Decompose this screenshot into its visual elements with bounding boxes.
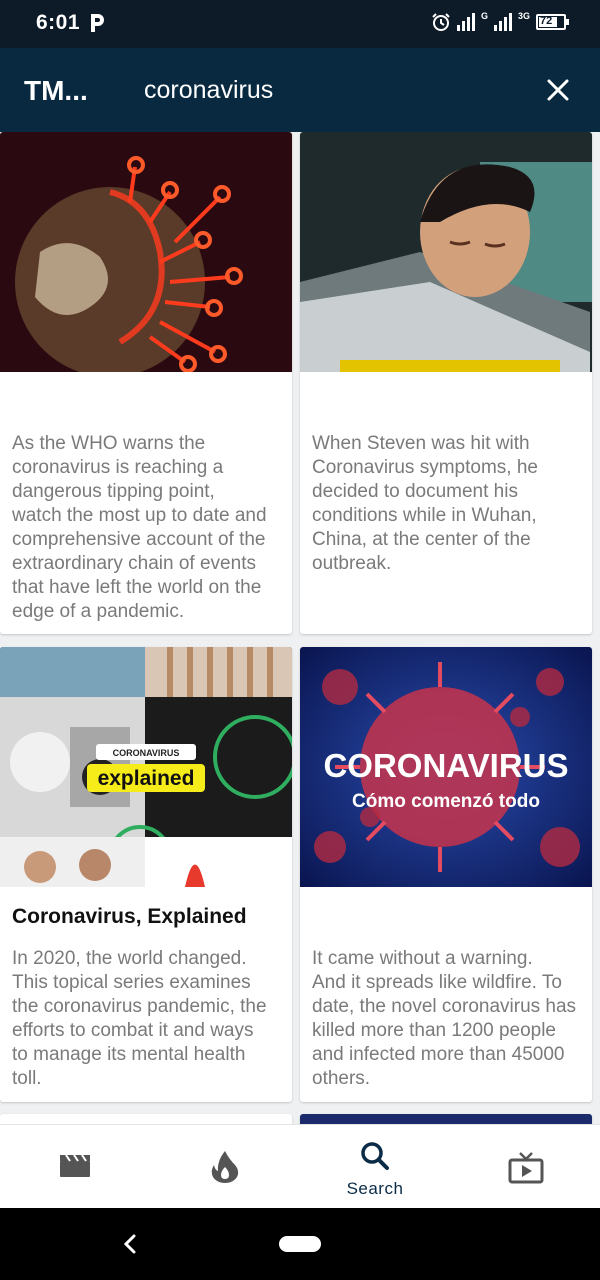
signal-icon: [456, 13, 475, 31]
search-input[interactable]: coronavirus: [144, 76, 273, 105]
back-icon[interactable]: [118, 1230, 142, 1258]
battery-level: 72: [540, 15, 553, 27]
result-card[interactable]: CORONAVIRUS explained Coronavirus, Expla…: [0, 647, 292, 1102]
result-card[interactable]: [300, 1114, 592, 1124]
result-card[interactable]: [0, 1114, 292, 1124]
thumb-subtitle-text: Cómo comenzó todo: [352, 791, 540, 812]
result-card[interactable]: When Steven was hit with Coronavirus sym…: [300, 132, 592, 634]
result-description: As the WHO warns the coronavirus is reac…: [12, 433, 267, 622]
app-bar: TM... coronavirus: [0, 48, 600, 132]
result-thumbnail: CORONAVIRUS Cómo comenzó todo: [300, 647, 592, 887]
signal-icon-2: [493, 13, 512, 31]
nav-trending[interactable]: [150, 1125, 300, 1209]
battery-icon: 72: [536, 14, 569, 30]
result-thumbnail: [300, 132, 592, 372]
result-description: When Steven was hit with Coronavirus sym…: [312, 433, 538, 574]
thumb-tag-text: CORONAVIRUS: [113, 748, 180, 758]
result-thumbnail: [0, 132, 292, 372]
nav-movies[interactable]: [0, 1125, 150, 1209]
app-brand: TM...: [24, 75, 88, 106]
system-nav-bar: [0, 1208, 600, 1280]
thumb-word-text: explained: [98, 767, 195, 790]
close-icon[interactable]: [541, 73, 575, 107]
nav-tv[interactable]: [450, 1125, 600, 1209]
result-title: Coronavirus, Explained: [12, 905, 247, 928]
status-time: 6:01: [36, 11, 81, 34]
search-icon: [361, 1142, 389, 1170]
bottom-nav: Search: [0, 1124, 600, 1208]
result-description: It came without a warning. And it spread…: [312, 948, 577, 1089]
results-grid: As the WHO warns the coronavirus is reac…: [0, 132, 600, 1124]
home-button[interactable]: [279, 1236, 321, 1252]
clapperboard-icon: [60, 1154, 90, 1177]
alarm-icon: [432, 13, 450, 31]
tv-play-icon: [508, 1152, 544, 1184]
status-icons: G 3G 72: [431, 11, 569, 32]
flame-icon: [211, 1151, 239, 1183]
network-type-label: G: [480, 11, 488, 21]
result-card[interactable]: CORONAVIRUS Cómo comenzó todo It came wi…: [300, 647, 592, 1102]
result-description: In 2020, the world changed. This topical…: [12, 948, 267, 1089]
thumb-title-text: CORONAVIRUS: [323, 747, 568, 784]
status-bar: 6:01 G 3G 72: [0, 0, 600, 48]
nav-search-label: Search: [346, 1179, 404, 1198]
network-type-label-2: 3G: [517, 11, 530, 21]
parking-app-icon: [91, 14, 104, 32]
nav-search[interactable]: Search: [300, 1125, 450, 1209]
result-thumbnail: CORONAVIRUS explained: [0, 647, 292, 887]
result-card[interactable]: As the WHO warns the coronavirus is reac…: [0, 132, 292, 634]
